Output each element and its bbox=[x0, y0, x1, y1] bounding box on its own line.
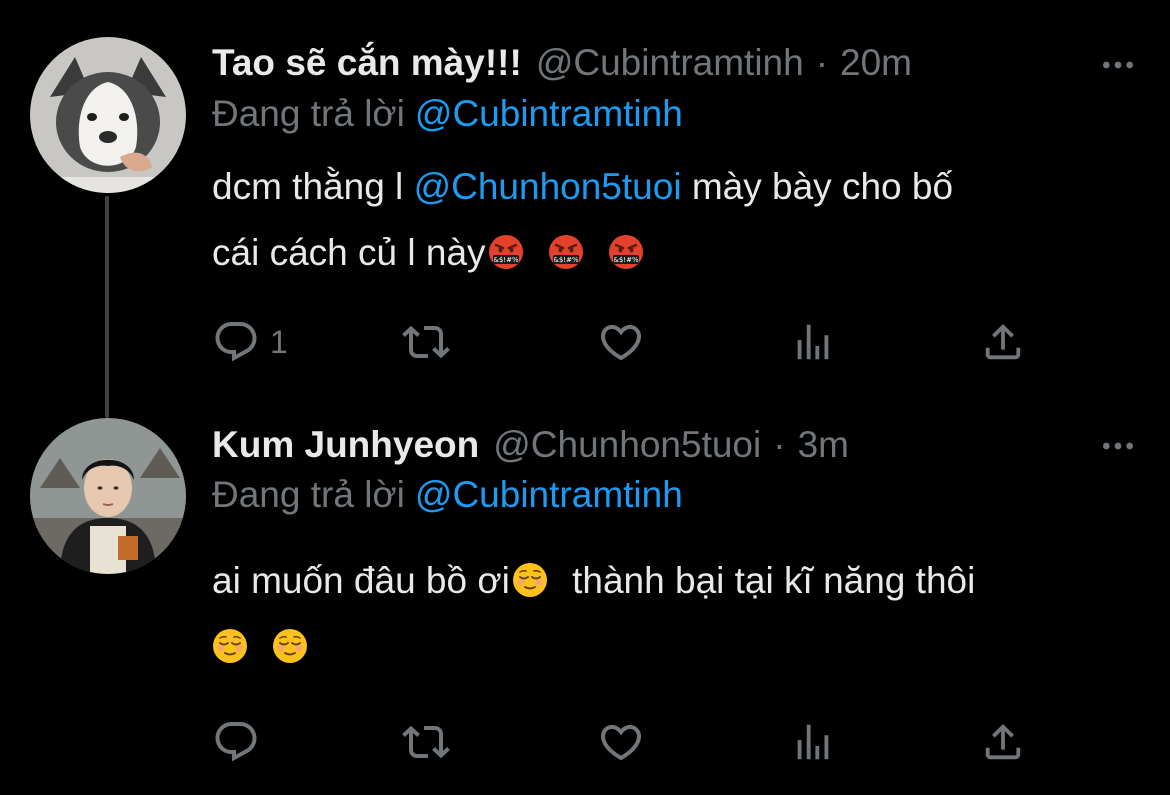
separator-dot: · bbox=[773, 424, 786, 465]
relieved-face-emoji bbox=[212, 628, 248, 664]
more-options-button[interactable] bbox=[1096, 426, 1140, 466]
display-name[interactable]: Kum Junhyeon bbox=[212, 424, 479, 466]
separator-dot: · bbox=[815, 42, 829, 83]
thread-connector-line bbox=[105, 196, 109, 418]
analytics-icon bbox=[790, 319, 836, 365]
share-button[interactable] bbox=[980, 712, 1026, 772]
retweet-icon bbox=[402, 718, 450, 766]
replying-to: Đang trả lời @Cubintramtinh bbox=[212, 93, 683, 135]
relieved-face-emoji bbox=[272, 628, 308, 664]
display-name[interactable]: Tao sẽ cắn mày!!! bbox=[212, 42, 522, 84]
reply-icon bbox=[212, 718, 260, 766]
tweet-text: ai muốn đâu bồ ơi thành bại tại kĩ năng … bbox=[212, 548, 1142, 680]
avatar[interactable] bbox=[30, 418, 186, 574]
tweet-text: dcm thằng l @Chunhon5tuoi mày bày cho bố… bbox=[212, 154, 1142, 286]
analytics-button[interactable] bbox=[790, 712, 836, 772]
like-button[interactable] bbox=[597, 312, 645, 372]
tweet-text-part: ai muốn đâu bồ ơi bbox=[212, 560, 510, 601]
share-icon bbox=[980, 719, 1026, 765]
young-man-varsity-jacket-avatar bbox=[30, 418, 186, 574]
username[interactable]: @Chunhon5tuoi bbox=[493, 424, 761, 466]
tweet-actions: 1 bbox=[212, 312, 1042, 372]
avatar[interactable] bbox=[30, 37, 186, 193]
tweet-header: Tao sẽ cắn mày!!! @Cubintramtinh · 20m bbox=[212, 38, 912, 88]
share-icon bbox=[980, 319, 1026, 365]
like-icon bbox=[597, 318, 645, 366]
replying-to-label: Đang trả lời bbox=[212, 474, 405, 515]
retweet-button[interactable] bbox=[402, 312, 450, 372]
more-icon bbox=[1098, 45, 1138, 85]
more-options-button[interactable] bbox=[1096, 45, 1140, 85]
husky-dog-avatar bbox=[30, 37, 186, 193]
analytics-icon bbox=[790, 719, 836, 765]
replying-to: Đang trả lời @Cubintramtinh bbox=[212, 474, 683, 516]
replying-to-mention[interactable]: @Cubintramtinh bbox=[415, 93, 683, 134]
share-button[interactable] bbox=[980, 312, 1026, 372]
tweet-text-part: mày bày cho bố bbox=[691, 166, 954, 207]
angry-swearing-emoji bbox=[548, 234, 584, 270]
reply-button[interactable]: 1 bbox=[212, 312, 288, 372]
tweet-header: Kum Junhyeon @Chunhon5tuoi · 3m bbox=[212, 420, 849, 470]
retweet-icon bbox=[402, 318, 450, 366]
more-icon bbox=[1098, 426, 1138, 466]
angry-swearing-emoji bbox=[608, 234, 644, 270]
analytics-button[interactable] bbox=[790, 312, 836, 372]
tweet-text-part: thành bại tại kĩ năng thôi bbox=[572, 560, 976, 601]
reply-button[interactable] bbox=[212, 712, 260, 772]
username[interactable]: @Cubintramtinh bbox=[536, 42, 804, 84]
timestamp[interactable]: 3m bbox=[798, 424, 849, 466]
relieved-face-emoji bbox=[512, 562, 548, 598]
replying-to-label: Đang trả lời bbox=[212, 93, 405, 134]
angry-swearing-emoji bbox=[488, 234, 524, 270]
replying-to-mention[interactable]: @Cubintramtinh bbox=[415, 474, 683, 515]
tweet-text-part: dcm thằng l bbox=[212, 166, 404, 207]
reply-icon bbox=[212, 318, 260, 366]
tweet-text-part: cái cách củ l này bbox=[212, 232, 486, 273]
tweet-mention[interactable]: @Chunhon5tuoi bbox=[414, 166, 682, 207]
timestamp[interactable]: 20m bbox=[840, 42, 912, 84]
like-icon bbox=[597, 718, 645, 766]
tweet-actions bbox=[212, 712, 1042, 772]
retweet-button[interactable] bbox=[402, 712, 450, 772]
reply-count: 1 bbox=[270, 323, 288, 360]
like-button[interactable] bbox=[597, 712, 645, 772]
